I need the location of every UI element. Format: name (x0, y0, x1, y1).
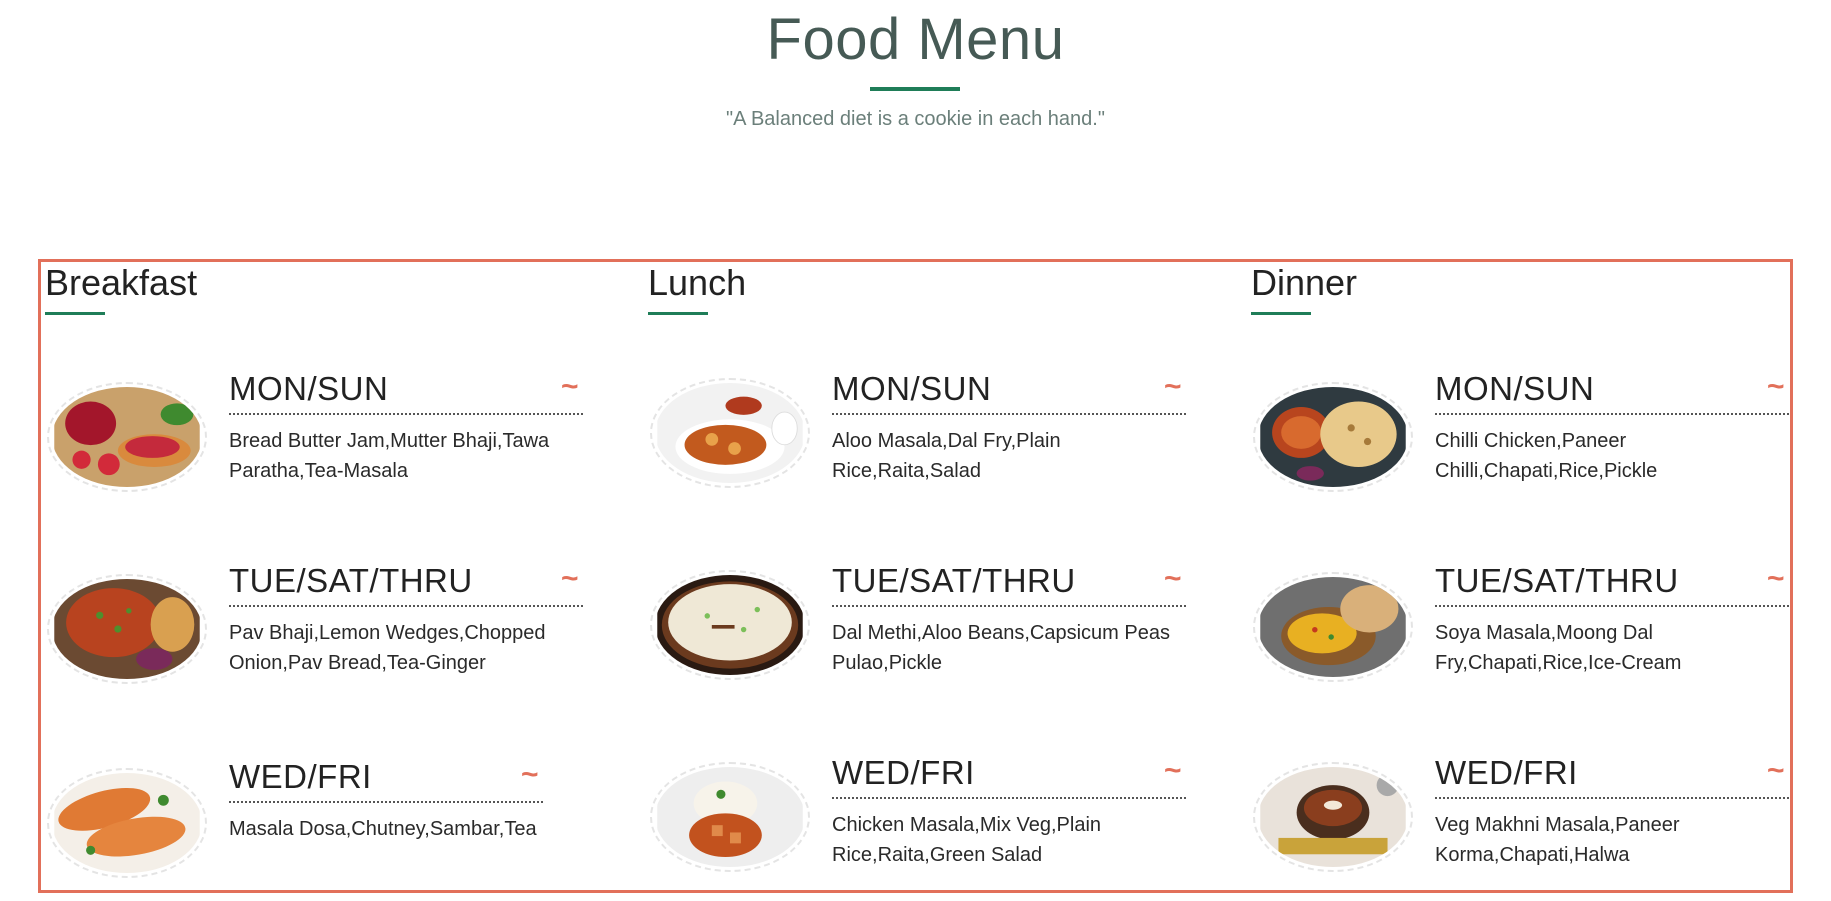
breakfast-day-mon-sun: MON/SUN (229, 370, 389, 407)
dinner-desc-mon-sun: Chilli Chicken,Paneer Chilli,Chapati,Ric… (1435, 430, 1658, 482)
breakfast-desc-tue-sat-thru: Pav Bhaji,Lemon Wedges,Chopped Onion,Pav… (229, 622, 546, 674)
item-divider (832, 605, 1186, 607)
lunch-column: Lunch MON/SUN ~ Aloo Masala,Dal Fry,Plai… (644, 262, 1248, 896)
breakfast-underline (45, 312, 105, 315)
breakfast-item-tue-sat-thru: TUE/SAT/THRU ~ Pav Bhaji,Lemon Wedges,Ch… (41, 562, 641, 692)
dinner-desc-wed-fri: Veg Makhni Masala,Paneer Korma,Chapati,H… (1435, 814, 1680, 866)
tilde-icon: ~ (521, 758, 539, 791)
item-divider (229, 801, 543, 803)
aloo-masala-image (650, 378, 810, 488)
food-menu-page: Food Menu "A Balanced diet is a cookie i… (0, 0, 1831, 901)
lunch-item-mon-sun: MON/SUN ~ Aloo Masala,Dal Fry,Plain Rice… (644, 370, 1244, 500)
dinner-title: Dinner (1251, 262, 1358, 303)
item-divider (832, 413, 1186, 415)
tilde-icon: ~ (1767, 562, 1785, 595)
dosa-image (47, 768, 207, 878)
item-divider (229, 413, 583, 415)
item-divider (832, 797, 1186, 799)
page-quote: "A Balanced diet is a cookie in each han… (726, 108, 1105, 130)
dinner-item-wed-fri: WED/FRI ~ Veg Makhni Masala,Paneer Korma… (1247, 754, 1790, 884)
tilde-icon: ~ (1164, 370, 1182, 403)
tilde-icon: ~ (1164, 562, 1182, 595)
lunch-title: Lunch (648, 262, 747, 303)
breakfast-day-tue-sat-thru: TUE/SAT/THRU (229, 562, 473, 599)
item-divider (229, 605, 583, 607)
item-divider (1435, 797, 1789, 799)
pulao-image (650, 570, 810, 680)
dinner-underline (1251, 312, 1311, 315)
breakfast-desc-mon-sun: Bread Butter Jam,Mutter Bhaji,Tawa Parat… (229, 430, 550, 482)
lunch-desc-mon-sun: Aloo Masala,Dal Fry,Plain Rice,Raita,Sal… (832, 430, 1061, 482)
paneer-chapati-image (1253, 382, 1413, 492)
breakfast-day-wed-fri: WED/FRI (229, 758, 372, 795)
jam-bread-image (47, 382, 207, 492)
dinner-desc-tue-sat-thru: Soya Masala,Moong Dal Fry,Chapati,Rice,I… (1435, 622, 1682, 674)
page-title: Food Menu (766, 7, 1065, 72)
lunch-desc-wed-fri: Chicken Masala,Mix Veg,Plain Rice,Raita,… (832, 814, 1102, 866)
moong-dal-image (1253, 572, 1413, 682)
tilde-icon: ~ (1767, 370, 1785, 403)
title-underline (870, 87, 960, 91)
lunch-item-tue-sat-thru: TUE/SAT/THRU ~ Dal Methi,Aloo Beans,Caps… (644, 562, 1244, 692)
tilde-icon: ~ (1164, 754, 1182, 787)
dinner-item-tue-sat-thru: TUE/SAT/THRU ~ Soya Masala,Moong Dal Fry… (1247, 562, 1790, 692)
dinner-item-mon-sun: MON/SUN ~ Chilli Chicken,Paneer Chilli,C… (1247, 370, 1790, 500)
dal-makhni-image (1253, 762, 1413, 872)
lunch-day-wed-fri: WED/FRI (832, 754, 975, 791)
chicken-rice-image (650, 762, 810, 872)
lunch-day-mon-sun: MON/SUN (832, 370, 992, 407)
breakfast-column: Breakfast MON/SUN ~ Bread Butter Jam,Mut… (41, 262, 645, 896)
tilde-icon: ~ (561, 370, 579, 403)
dinner-column: Dinner MON/SUN ~ Chilli Chicken,Paneer C… (1247, 262, 1790, 896)
item-divider (1435, 413, 1789, 415)
lunch-desc-tue-sat-thru: Dal Methi,Aloo Beans,Capsicum Peas Pulao… (832, 622, 1170, 674)
lunch-underline (648, 312, 708, 315)
dinner-day-tue-sat-thru: TUE/SAT/THRU (1435, 562, 1679, 599)
tilde-icon: ~ (1767, 754, 1785, 787)
breakfast-title: Breakfast (45, 262, 198, 303)
pav-bhaji-image (47, 574, 207, 684)
dinner-day-wed-fri: WED/FRI (1435, 754, 1578, 791)
breakfast-item-wed-fri: WED/FRI ~ Masala Dosa,Chutney,Sambar,Tea (41, 758, 641, 888)
lunch-item-wed-fri: WED/FRI ~ Chicken Masala,Mix Veg,Plain R… (644, 754, 1244, 884)
lunch-day-tue-sat-thru: TUE/SAT/THRU (832, 562, 1076, 599)
menu-frame: Breakfast MON/SUN ~ Bread Butter Jam,Mut… (38, 259, 1793, 893)
item-divider (1435, 605, 1789, 607)
breakfast-desc-wed-fri: Masala Dosa,Chutney,Sambar,Tea (229, 818, 537, 840)
tilde-icon: ~ (561, 562, 579, 595)
dinner-day-mon-sun: MON/SUN (1435, 370, 1595, 407)
breakfast-item-mon-sun: MON/SUN ~ Bread Butter Jam,Mutter Bhaji,… (41, 370, 641, 500)
